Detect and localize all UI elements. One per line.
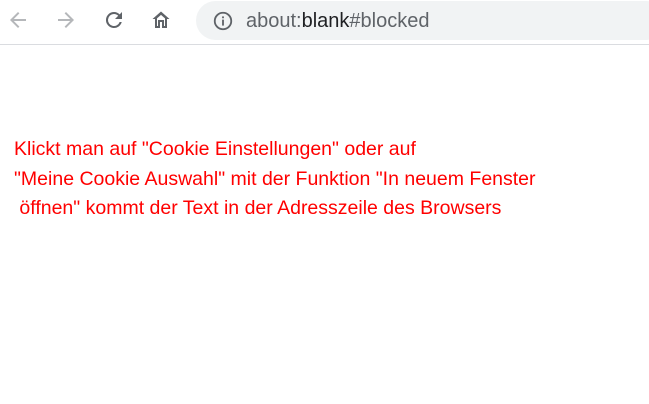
- reload-button[interactable]: [100, 6, 128, 34]
- reload-icon: [105, 11, 122, 28]
- browser-toolbar: about:blank#blocked: [0, 0, 649, 44]
- home-button[interactable]: [147, 6, 175, 34]
- url-scheme: about:: [246, 10, 302, 32]
- toolbar-divider: [0, 44, 649, 45]
- message-line-2: "Meine Cookie Auswahl" mit der Funktion …: [14, 167, 536, 190]
- url-host: blank: [301, 10, 350, 32]
- address-bar[interactable]: about:blank#blocked: [196, 1, 649, 40]
- back-button[interactable]: [4, 6, 32, 34]
- url-fragment: #blocked: [349, 10, 430, 32]
- info-icon[interactable]: [212, 10, 234, 32]
- message-line-3: öffnen" kommt der Text in der Adresszeil…: [14, 197, 502, 219]
- forward-button[interactable]: [52, 6, 80, 34]
- page-message: Klickt man auf "Cookie Einstellungen" od…: [14, 135, 644, 224]
- arrow-forward-icon: [58, 12, 74, 28]
- arrow-back-icon: [10, 12, 26, 28]
- message-line-1: Klickt man auf "Cookie Einstellungen" od…: [14, 138, 416, 160]
- home-icon: [152, 11, 170, 28]
- url-text[interactable]: about:blank#blocked: [246, 9, 429, 33]
